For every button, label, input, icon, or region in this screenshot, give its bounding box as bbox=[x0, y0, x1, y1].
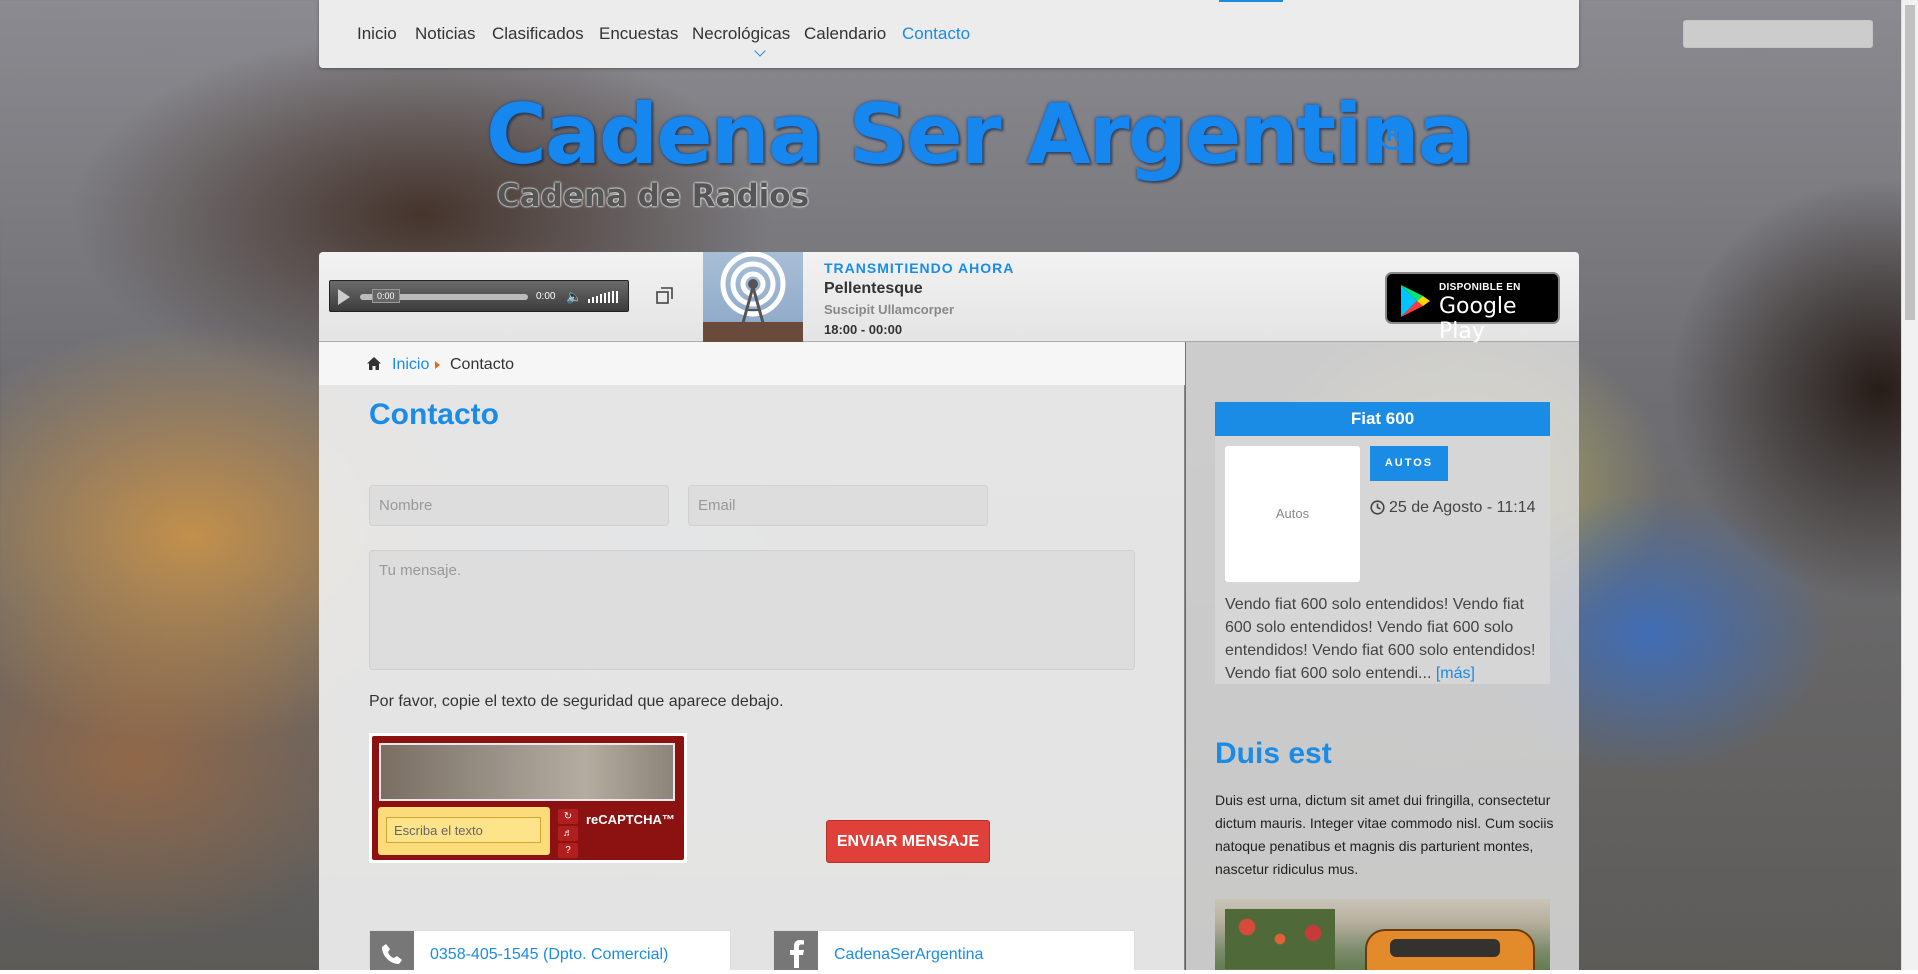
article-title[interactable]: Duis est bbox=[1215, 737, 1332, 771]
nav-item-contacto[interactable]: Contacto bbox=[902, 24, 970, 44]
breadcrumb-home-link[interactable]: Inicio bbox=[392, 356, 429, 374]
site-logo-subtitle: Cadena de Radios bbox=[497, 178, 810, 214]
google-play-badge[interactable]: DISPONIBLE EN Google Play bbox=[1385, 272, 1560, 344]
captcha-instructions: Por favor, copie el texto de seguridad q… bbox=[369, 693, 784, 710]
classified-image[interactable]: Autos bbox=[1225, 446, 1360, 582]
now-playing-host: Suscipit Ullamcorper bbox=[824, 302, 955, 317]
top-navbar: Inicio Noticias Clasificados Encuestas N… bbox=[319, 0, 1873, 68]
clock-icon bbox=[1370, 500, 1385, 515]
captcha-input-area: Escriba el texto bbox=[378, 807, 550, 855]
google-play-small-text: DISPONIBLE EN bbox=[1439, 282, 1521, 293]
article-excerpt: Duis est urna, dictum sit amet dui fring… bbox=[1215, 792, 1554, 877]
time-bubble: 0:00 bbox=[372, 289, 400, 303]
audio-progress-bar[interactable]: 0:00 bbox=[360, 289, 528, 303]
email-field[interactable]: Email bbox=[688, 485, 988, 526]
contact-facebook[interactable]: CadenaSerArgentina bbox=[834, 946, 983, 964]
send-message-button[interactable]: ENVIAR MENSAJE bbox=[826, 820, 990, 863]
site-logo-title[interactable]: Cadena Ser Argentina bbox=[486, 86, 1474, 183]
classified-date: 25 de Agosto - 11:14 bbox=[1389, 499, 1536, 516]
audio-player: 0:00 0:00 🔈 bbox=[329, 280, 629, 312]
nav-item-inicio[interactable]: Inicio bbox=[357, 24, 397, 44]
now-playing-schedule: 18:00 - 00:00 bbox=[824, 322, 903, 337]
contact-phone[interactable]: 0358-405-1545 (Dpto. Comercial) bbox=[430, 946, 668, 964]
nav-item-clasificados[interactable]: Clasificados bbox=[492, 24, 584, 44]
now-playing-label: TRANSMITIENDO AHORA bbox=[824, 260, 1015, 276]
phone-icon bbox=[370, 931, 414, 974]
search-input[interactable] bbox=[1683, 20, 1873, 48]
nav-item-necrologicas[interactable]: Necrológicas bbox=[692, 24, 790, 44]
captcha-image bbox=[379, 743, 675, 801]
popout-icon[interactable] bbox=[656, 287, 673, 304]
mute-icon[interactable]: 🔈 bbox=[566, 290, 582, 304]
sidebar: Fiat 600 Autos AUTOS 25 de Agosto - 11:1… bbox=[1186, 342, 1579, 974]
article-image[interactable] bbox=[1215, 899, 1550, 974]
now-playing-show: Pellentesque bbox=[824, 280, 923, 297]
recaptcha-widget: Escriba el texto ↻ ♬ ? reCAPTCHA™ bbox=[369, 733, 687, 863]
google-play-icon bbox=[1401, 285, 1430, 317]
contact-phone-box[interactable]: 0358-405-1545 (Dpto. Comercial) bbox=[369, 930, 731, 974]
classified-category-tag[interactable]: AUTOS bbox=[1370, 446, 1448, 481]
scrollbar-thumb[interactable] bbox=[1905, 5, 1915, 320]
station-image bbox=[703, 252, 803, 342]
registered-mark-icon: R bbox=[1378, 120, 1408, 150]
help-icon[interactable]: ? bbox=[558, 843, 578, 858]
contact-facebook-box[interactable]: CadenaSerArgentina bbox=[773, 930, 1135, 974]
read-more-link[interactable]: [más] bbox=[1436, 665, 1475, 682]
nav-item-noticias[interactable]: Noticias bbox=[415, 24, 475, 44]
captcha-input[interactable]: Escriba el texto bbox=[386, 817, 541, 843]
radio-player-bar: 0:00 0:00 🔈 TRANSMITIENDO AHORA Pellente… bbox=[319, 252, 1579, 344]
nav-item-calendario[interactable]: Calendario bbox=[804, 24, 886, 44]
audio-time: 0:00 bbox=[536, 291, 556, 302]
name-field[interactable]: Nombre bbox=[369, 485, 669, 526]
breadcrumb-separator-icon bbox=[435, 361, 440, 369]
page-title: Contacto bbox=[369, 398, 499, 431]
breadcrumb-current: Contacto bbox=[450, 356, 515, 373]
audio-icon[interactable]: ♬ bbox=[558, 826, 578, 841]
nav-active-indicator bbox=[1219, 0, 1283, 2]
nav-item-encuestas[interactable]: Encuestas bbox=[599, 24, 678, 44]
volume-slider[interactable] bbox=[588, 291, 618, 303]
classified-widget: Autos AUTOS 25 de Agosto - 11:14 Vendo f… bbox=[1215, 436, 1550, 684]
message-field[interactable]: Tu mensaje. bbox=[369, 550, 1135, 670]
google-play-big-text: Google Play bbox=[1439, 294, 1517, 344]
facebook-icon bbox=[774, 931, 818, 974]
home-icon bbox=[367, 357, 381, 370]
refresh-icon[interactable]: ↻ bbox=[558, 809, 578, 824]
page-scrollbar[interactable] bbox=[1901, 0, 1918, 974]
classified-title[interactable]: Fiat 600 bbox=[1215, 402, 1550, 436]
classified-description: Vendo fiat 600 solo entendidos! Vendo fi… bbox=[1225, 593, 1543, 685]
recaptcha-logo: reCAPTCHA™ bbox=[586, 812, 675, 827]
chevron-down-icon[interactable] bbox=[754, 45, 766, 57]
breadcrumb: Inicio Contacto bbox=[319, 342, 1185, 385]
classified-description-text: Vendo fiat 600 solo entendidos! Vendo fi… bbox=[1225, 596, 1536, 682]
window-bottom-edge bbox=[0, 970, 1918, 974]
main-content: Inicio Contacto Contacto Nombre Email Tu… bbox=[319, 342, 1185, 974]
play-icon[interactable] bbox=[338, 289, 350, 305]
